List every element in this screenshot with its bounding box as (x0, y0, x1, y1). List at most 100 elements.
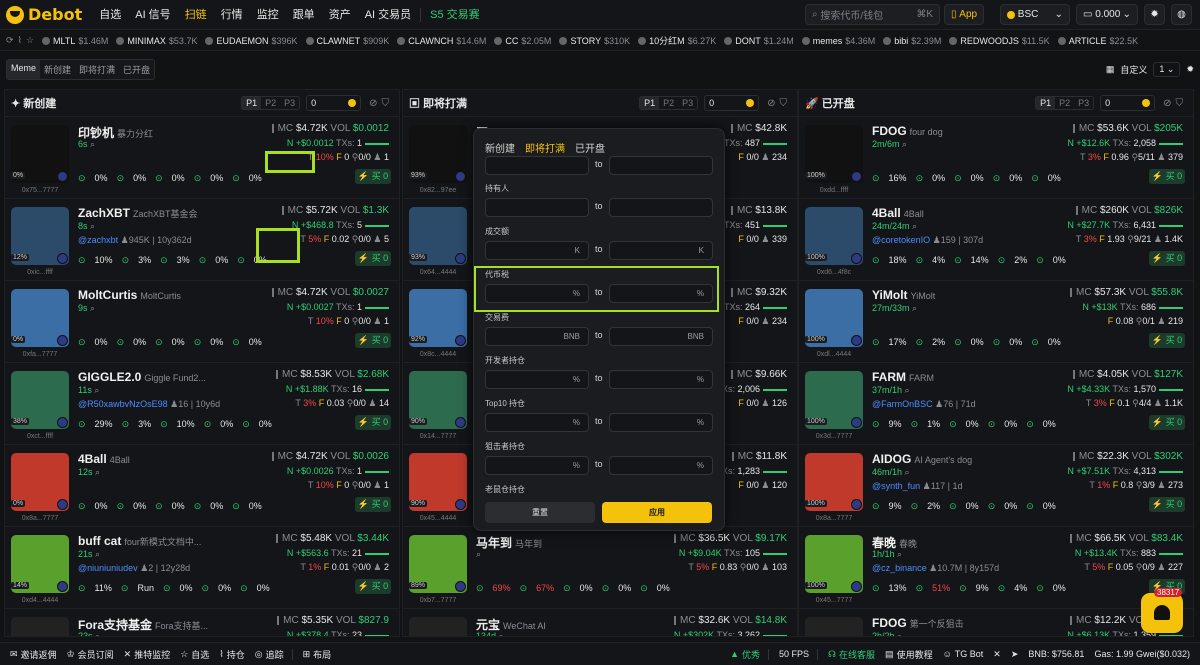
ticker-item[interactable]: MLTL $1.46M (42, 36, 108, 46)
filter-icon[interactable]: ⛉ (1176, 98, 1188, 109)
filter-icon[interactable]: ⛉ (780, 98, 792, 109)
token-name[interactable]: buff cat four新模式文档中... (78, 534, 201, 548)
column-tools[interactable]: ⊘⛉ (767, 98, 791, 109)
token-avatar[interactable] (805, 617, 863, 636)
modal-tab-almost-full[interactable]: 即将打满 (525, 140, 565, 155)
page-p3[interactable]: P3 (1074, 97, 1093, 109)
nav-item-ai-trader[interactable]: AI 交易员 (358, 0, 418, 30)
page-p1[interactable]: P1 (640, 97, 660, 109)
page-p3[interactable]: P3 (280, 97, 299, 109)
filter-max-input[interactable]: BNB (609, 327, 713, 346)
tutorial-link[interactable]: ▤ 使用教程 (885, 648, 933, 661)
buy-button[interactable]: ⚡ 买 0 (355, 169, 391, 184)
tg-bot-link[interactable]: ☺ TG Bot (943, 649, 984, 659)
nav-item-market[interactable]: 行情 (214, 0, 250, 30)
token-avatar[interactable] (409, 617, 467, 636)
filter-icon[interactable]: ⛉ (382, 98, 394, 109)
token-card[interactable]: 元宝 WeChat AI 134d ⌕ MC $32.6K VOL $14.8K N +… (403, 609, 797, 636)
ticker-item[interactable]: DONT $1.24M (724, 36, 794, 46)
filter-min-input[interactable]: % (485, 456, 589, 475)
trend-icon[interactable]: ⌇ (18, 35, 22, 46)
token-card[interactable]: 0% 0x8a...7777 4Ball 4Ball 12s ⌕ MC $4.72K VO… (5, 445, 399, 527)
search-icon[interactable]: ⌕ (910, 303, 917, 313)
token-name[interactable]: FARM FARM (872, 370, 934, 384)
custom-button[interactable]: 自定义 (1120, 63, 1147, 76)
settings-button[interactable]: ✹ (1144, 4, 1165, 25)
buy-button[interactable]: ⚡ 买 0 (355, 415, 391, 430)
page-p3[interactable]: P3 (678, 97, 697, 109)
search-icon[interactable]: ⌕ (93, 467, 100, 477)
filter-min-input[interactable] (485, 198, 589, 217)
token-name[interactable]: GIGGLE2.0 Giggle Fund2... (78, 370, 206, 384)
buy-button[interactable]: ⚡ 买 0 (355, 333, 391, 348)
token-name[interactable]: FDOG 第一个反狙击 (872, 616, 964, 630)
modal-tab-opened[interactable]: 已开盘 (575, 140, 605, 155)
telegram-link[interactable]: ➤ (1011, 649, 1019, 660)
search-icon[interactable]: ⌕ (92, 385, 99, 395)
quick-buy-input[interactable]: 0 (704, 95, 760, 111)
refresh-icon[interactable]: ⟳ (6, 35, 14, 46)
x-link[interactable]: ✕ (993, 649, 1001, 660)
ticker-item[interactable]: REDWOODJS $11.5K (949, 36, 1050, 46)
ticker-item[interactable]: memes $4.36M (801, 36, 875, 46)
modal-tab-new[interactable]: 新创建 (485, 140, 515, 155)
invite-link[interactable]: ✉ 邀请返佣 (10, 648, 57, 661)
buy-button[interactable]: ⚡ 买 0 (1149, 333, 1185, 348)
filter-max-input[interactable]: % (609, 413, 713, 432)
chain-selector[interactable]: BSC ⌄ (1000, 4, 1070, 25)
buy-button[interactable]: ⚡ 买 0 (355, 251, 391, 266)
mute-icon[interactable]: ⊘ (369, 98, 381, 109)
search-icon[interactable]: ⌕ (895, 631, 902, 636)
nav-item-assets[interactable]: 资产 (322, 0, 358, 30)
filter-min-input[interactable]: % (485, 370, 589, 389)
membership-link[interactable]: ♔ 会员订阅 (67, 648, 114, 661)
search-icon[interactable]: ⌕ (93, 549, 100, 559)
tab-opened[interactable]: 已开盘 (119, 59, 155, 79)
ticker-item[interactable]: ARTICLE $22.5K (1057, 36, 1138, 46)
nav-item-copy-trade[interactable]: 跟单 (286, 0, 322, 30)
twitter-monitor-link[interactable]: ✕ 推特监控 (124, 648, 171, 661)
page-p2[interactable]: P2 (261, 97, 280, 109)
token-card[interactable]: 0% 0xfa...7777 MoltCurtis MoltCurtis 9s ⌕ MC … (5, 281, 399, 363)
buy-button[interactable]: ⚡ 买 0 (1149, 251, 1185, 266)
filter-min-input[interactable]: % (485, 413, 589, 432)
filter-max-input[interactable] (609, 156, 713, 175)
token-name[interactable]: FDOG four dog (872, 124, 943, 138)
filter-min-input[interactable]: BNB (485, 327, 589, 346)
quick-buy-input[interactable]: 0 (1100, 95, 1156, 111)
tab-meme[interactable]: Meme (7, 59, 41, 79)
count-selector[interactable]: 1 ⌄ (1153, 61, 1181, 77)
language-button[interactable]: ◍ (1171, 4, 1192, 25)
search-icon[interactable]: ⌕ (476, 549, 481, 559)
search-icon[interactable]: ⌕ (93, 631, 100, 636)
search-icon[interactable]: ⌕ (900, 139, 907, 149)
token-card[interactable]: 100% 0xdd...ffff FDOG four dog 2m/6m ⌕ MC $53… (799, 117, 1193, 199)
nav-item-monitor[interactable]: 监控 (250, 0, 286, 30)
buy-button[interactable]: ⚡ 买 0 (1149, 497, 1185, 512)
buy-button[interactable]: ⚡ 买 0 (1149, 169, 1185, 184)
search-icon[interactable]: ⌕ (88, 303, 95, 313)
layout-link[interactable]: ⊞ 布局 (303, 648, 332, 661)
token-name[interactable]: 4Ball 4Ball (78, 452, 130, 466)
tab-new[interactable]: 新创建 (40, 59, 76, 79)
token-name[interactable]: MoltCurtis MoltCurtis (78, 288, 181, 302)
column-tools[interactable]: ⊘⛉ (369, 98, 393, 109)
page-p1[interactable]: P1 (242, 97, 262, 109)
nav-item-s5-contest[interactable]: S5 交易赛 (423, 0, 487, 30)
ticker-item[interactable]: CLAWNCH $14.6M (397, 36, 486, 46)
tracking-link[interactable]: ◎ 追踪 (255, 648, 284, 661)
column-tools[interactable]: ⊘⛉ (1163, 98, 1187, 109)
ticker-item[interactable]: MINIMAX $53.7K (116, 36, 197, 46)
search-icon[interactable]: ⌕ (902, 385, 910, 395)
token-card[interactable]: 89% 0xb7...7777 马年到 马年到 ⌕ MC $36.5K VOL $9.1… (403, 527, 797, 609)
token-card[interactable]: 100% 0x3d...7777 FARM FARM 37m/1h ⌕ @FarmOnBS… (799, 363, 1193, 445)
ticker-item[interactable]: STORY $310K (559, 36, 630, 46)
star-icon[interactable]: ☆ (26, 35, 34, 46)
token-card[interactable]: 0% 0x75...7777 印钞机 暴力分红 6s ⌕ MC $4.72K VOL $0… (5, 117, 399, 199)
search-icon[interactable]: ⌕ (910, 221, 917, 231)
token-card[interactable]: 38% 0xct...ffff GIGGLE2.0 Giggle Fund2... 11… (5, 363, 399, 445)
search-icon[interactable]: ⌕ (496, 631, 504, 636)
quick-buy-input[interactable]: 0 (306, 95, 362, 111)
token-name[interactable]: YiMolt YiMolt (872, 288, 935, 302)
filter-max-input[interactable] (609, 198, 713, 217)
